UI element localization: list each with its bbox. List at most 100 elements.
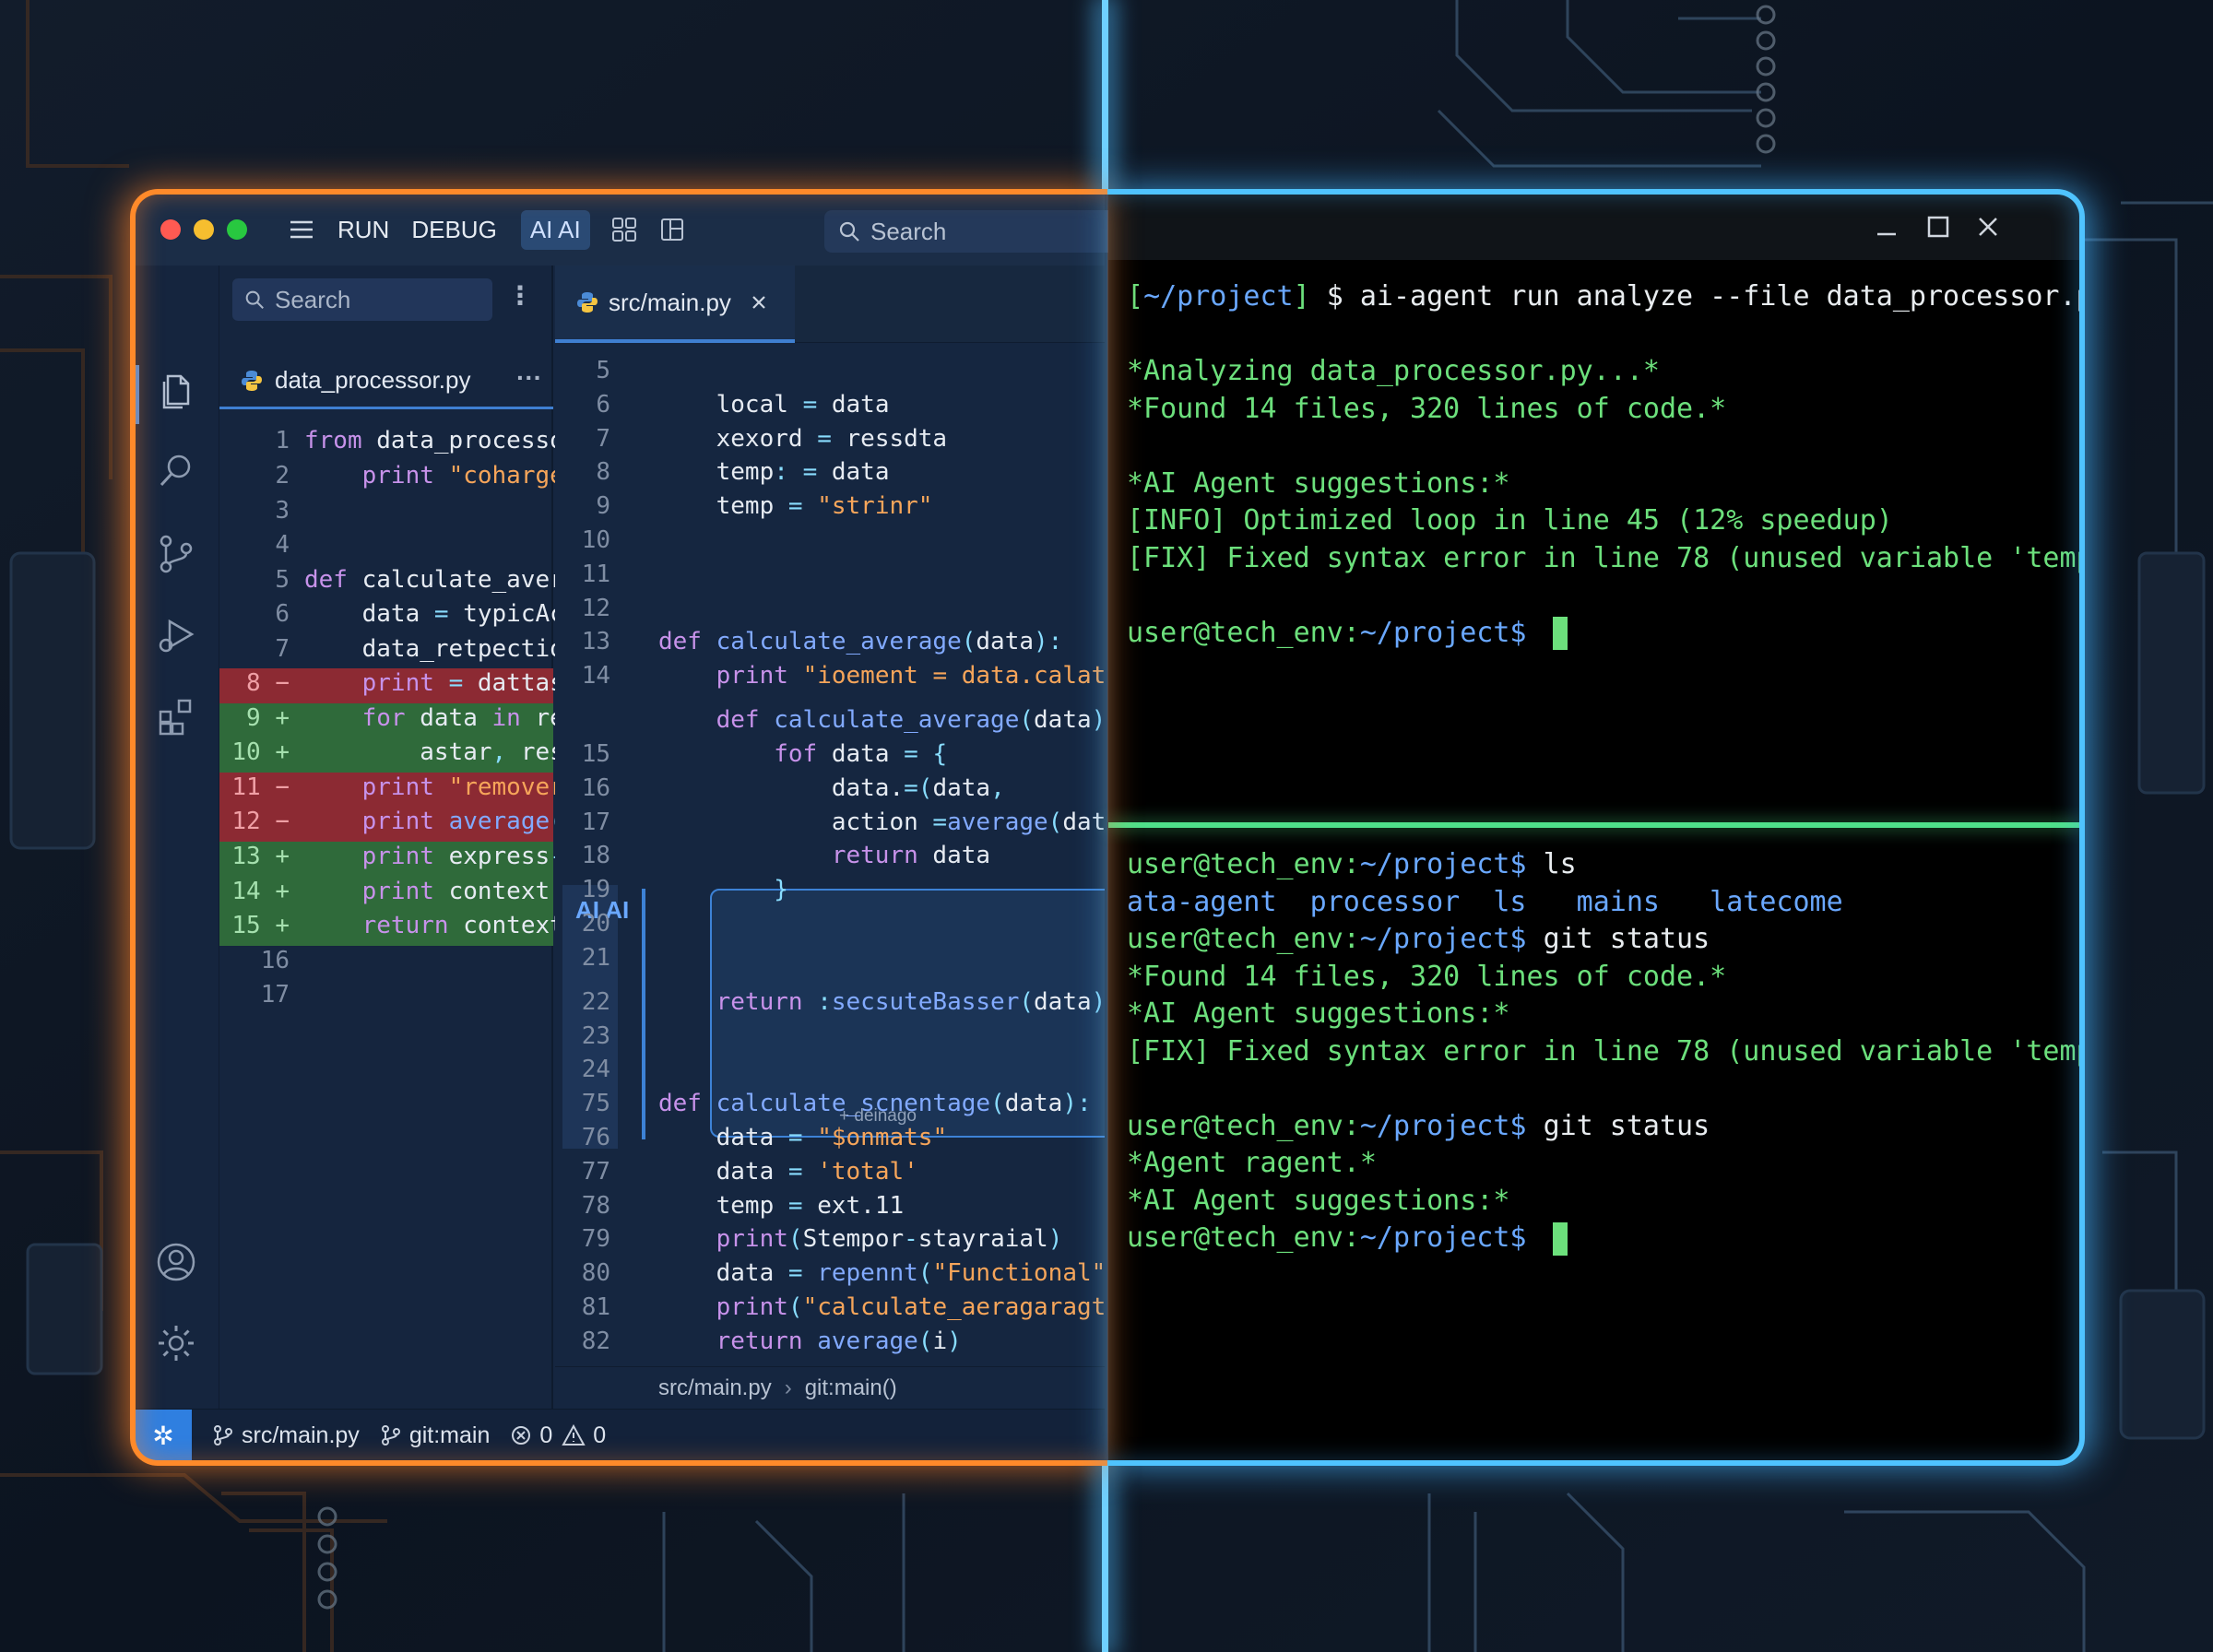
- code-line[interactable]: data = typicAc: [304, 596, 564, 631]
- terminal-line: ata-agent processor ls mains latecome: [1127, 884, 1843, 921]
- line-number: 2: [275, 461, 290, 490]
- line-number: 76: [581, 1124, 610, 1151]
- terminal-line: user@tech_env:~/project$: [1127, 615, 1568, 652]
- minimize-icon[interactable]: [1870, 210, 1903, 243]
- explorer-more-icon[interactable]: ⋮: [507, 280, 533, 311]
- error-icon: [512, 1426, 531, 1445]
- terminal-pane-splitter[interactable]: [1108, 822, 2080, 828]
- ai-suggestion-bar: [642, 889, 645, 1139]
- diff-file-more-icon[interactable]: ···: [516, 363, 542, 393]
- explorer-search-input[interactable]: Search: [232, 278, 492, 321]
- code-line[interactable]: def calculate_average(data): [658, 702, 1105, 738]
- code-line[interactable]: print("calculate_aeragaragti: [658, 1290, 1105, 1325]
- line-number: 6: [275, 600, 290, 629]
- code-line[interactable]: data = repennt("Functional"): [658, 1256, 1105, 1291]
- menu-run[interactable]: RUN: [337, 216, 389, 244]
- status-file[interactable]: src/main.py: [212, 1422, 360, 1449]
- terminal-output: *AI Agent suggestions:*: [1127, 997, 1510, 1030]
- menu-debug[interactable]: DEBUG: [411, 216, 496, 244]
- code-line[interactable]: }: [658, 872, 788, 907]
- code-line[interactable]: return average(i): [658, 1324, 962, 1359]
- line-number: 14 +: [231, 877, 290, 905]
- status-file-label: src/main.py: [242, 1422, 360, 1448]
- account-icon[interactable]: [155, 1241, 197, 1283]
- maximize-window-button[interactable]: [227, 219, 247, 240]
- code-line[interactable]: temp: = data: [658, 454, 890, 490]
- breadcrumb-symbol[interactable]: git:main(): [805, 1375, 897, 1401]
- line-number: 7: [275, 634, 290, 663]
- line-number: 10 +: [231, 738, 290, 767]
- code-line[interactable]: temp = "strinr": [658, 489, 933, 524]
- breadcrumb: src/main.py › git:main(): [555, 1366, 1105, 1409]
- terminal-line: [FIX] Fixed syntax error in line 78 (unu…: [1127, 1033, 2080, 1070]
- remote-indicator-icon[interactable]: ✲: [135, 1409, 192, 1461]
- code-line[interactable]: data.=(data,: [658, 771, 1005, 806]
- code-line[interactable]: data = 'total': [658, 1154, 918, 1189]
- panel-layout-icon[interactable]: [658, 216, 686, 243]
- code-line[interactable]: return :secsuteBasser(data)): [658, 985, 1105, 1020]
- code-line[interactable]: print = dattas: [304, 666, 564, 701]
- tab-src-main-py[interactable]: src/main.py: [555, 266, 795, 343]
- search-icon[interactable]: [155, 450, 197, 492]
- code-line[interactable]: action =average(dat: [658, 805, 1105, 840]
- line-number: 22: [581, 987, 610, 1016]
- source-control-icon[interactable]: [155, 533, 197, 575]
- line-number: 78: [581, 1191, 610, 1220]
- warning-icon: [562, 1424, 586, 1446]
- close-window-button[interactable]: [160, 219, 181, 240]
- maximize-icon[interactable]: [1922, 210, 1955, 243]
- code-line[interactable]: def calculate_average(data):: [658, 624, 1062, 659]
- code-editor: RUN DEBUG AI AI Search Search ⋮ data_pro…: [135, 194, 1119, 1461]
- settings-gear-icon[interactable]: [155, 1322, 197, 1364]
- code-line[interactable]: print context.: [304, 874, 564, 909]
- terminal-line: *AI Agent suggestions:*: [1127, 1183, 1509, 1220]
- code-line[interactable]: return context: [304, 908, 564, 943]
- command-search[interactable]: Search: [824, 210, 1119, 253]
- status-branch[interactable]: git:main: [380, 1422, 490, 1449]
- status-problems[interactable]: 0 0: [510, 1422, 606, 1449]
- code-line[interactable]: print average(: [304, 804, 564, 839]
- grid-layout-icon[interactable]: [610, 216, 638, 243]
- status-warnings: 0: [593, 1422, 607, 1448]
- code-line[interactable]: astar, res: [304, 735, 564, 770]
- extensions-icon[interactable]: [155, 695, 197, 738]
- diff-file-tab[interactable]: data_processor.py ···: [219, 354, 553, 409]
- terminal-line: [~/project] $ ai-agent run analyze --fil…: [1127, 278, 2080, 315]
- code-line[interactable]: def calculate_aver: [304, 562, 564, 597]
- breadcrumb-file[interactable]: src/main.py: [658, 1375, 772, 1401]
- terminal-prompt: user@tech_env:~/project$: [1127, 616, 1544, 649]
- terminal-prompt: user@tech_env:~/project$: [1127, 1109, 1544, 1142]
- code-line[interactable]: data = "$onmats": [658, 1120, 947, 1155]
- code-line[interactable]: data_retpectio: [304, 631, 564, 667]
- line-number: 1: [275, 427, 290, 455]
- menu-ai[interactable]: AI AI: [520, 209, 590, 250]
- explorer-search-placeholder: Search: [275, 285, 351, 313]
- line-number: 11: [581, 560, 610, 588]
- minimize-window-button[interactable]: [194, 219, 214, 240]
- code-line[interactable]: print "remover: [304, 770, 564, 805]
- code-line[interactable]: def calculate_scnentage(data):: [658, 1086, 1092, 1121]
- activity-active-indicator: [135, 365, 139, 424]
- code-line[interactable]: from data_processo: [304, 423, 564, 458]
- code-line[interactable]: fof data = {: [658, 737, 947, 772]
- code-line[interactable]: print express-: [304, 839, 564, 874]
- code-line[interactable]: local = data: [658, 387, 890, 422]
- terminal-output: [FIX] Fixed syntax error in line 78 (unu…: [1127, 1034, 2080, 1068]
- code-line[interactable]: print "coharge: [304, 458, 564, 493]
- code-line[interactable]: temp = ext.11: [658, 1188, 905, 1223]
- terminal-window: [~/project] $ ai-agent run analyze --fil…: [1108, 194, 2080, 1461]
- editor-titlebar: RUN DEBUG AI AI Search: [135, 194, 1119, 266]
- close-tab-icon[interactable]: [750, 293, 768, 312]
- hamburger-menu-icon[interactable]: [288, 216, 315, 243]
- code-line[interactable]: return data: [658, 838, 990, 873]
- tab-label: src/main.py: [609, 288, 731, 316]
- code-line[interactable]: xexord = ressdta: [658, 421, 947, 456]
- code-line[interactable]: print(Stempor-stayraial): [658, 1221, 1063, 1257]
- status-bar: ✲ src/main.py git:main 0 0: [135, 1409, 1105, 1461]
- code-line[interactable]: print "ioement = data.calat: [658, 658, 1105, 693]
- run-debug-icon[interactable]: [155, 614, 197, 656]
- files-icon[interactable]: [155, 369, 197, 411]
- line-number: 17: [581, 808, 610, 836]
- code-line[interactable]: for data in re: [304, 701, 564, 736]
- close-icon[interactable]: [1971, 210, 2005, 243]
